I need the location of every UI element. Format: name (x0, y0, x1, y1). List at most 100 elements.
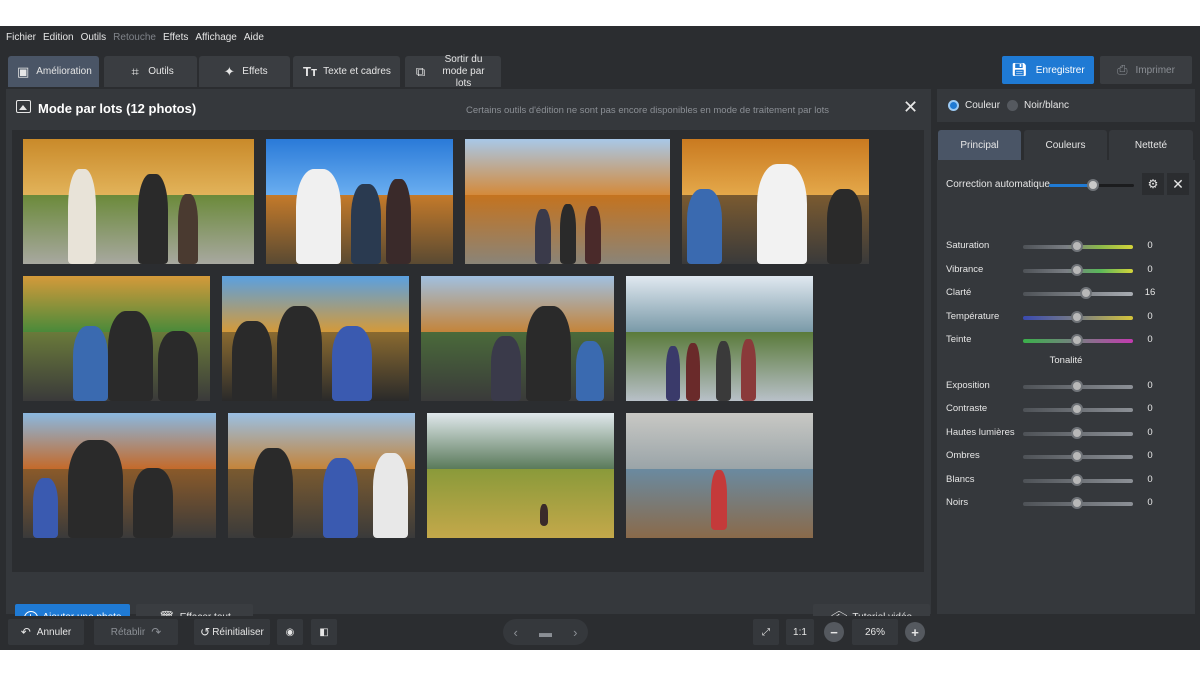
slider-handle[interactable] (1071, 240, 1083, 252)
photo-grid (12, 130, 924, 572)
footer-bar: ↶ Annuler Rétablir ↷ ↺ Réinitialiser ◉ ◧… (0, 616, 1200, 650)
slider-temperature: Température 0 (937, 309, 1195, 329)
photo-thumbnail[interactable] (682, 139, 869, 264)
photo-thumbnail[interactable] (23, 139, 254, 264)
slider-contraste: Contraste 0 (937, 401, 1195, 421)
slider-handle[interactable] (1071, 474, 1083, 486)
fit-to-screen-icon[interactable]: ⤢ (753, 619, 779, 645)
slider-value: 0 (1147, 311, 1153, 322)
tab-texte-et-cadres[interactable]: Tт Texte et cadres (293, 56, 400, 87)
photo-thumbnail[interactable] (465, 139, 670, 264)
batch-title: Mode par lots (12 photos) (38, 101, 197, 116)
photo-thumbnail[interactable] (23, 413, 216, 538)
color-mode-selector: Couleur Noir/blanc (937, 89, 1195, 122)
slider-handle[interactable] (1071, 403, 1083, 415)
slider-value: 0 (1147, 427, 1153, 438)
slider-value: 0 (1147, 240, 1153, 251)
tab-nettete[interactable]: Netteté (1109, 130, 1193, 160)
slider-track[interactable] (1023, 292, 1133, 296)
slider-handle[interactable] (1071, 334, 1083, 346)
photo-thumbnail[interactable] (23, 276, 210, 401)
tab-principal[interactable]: Principal (938, 130, 1021, 160)
batch-mode-panel: Mode par lots (12 photos) Certains outil… (6, 89, 931, 631)
chevron-right-icon[interactable]: › (573, 625, 577, 640)
menu-item-edition[interactable]: Edition (43, 32, 74, 43)
tab-label: Sortir du mode par lots (442, 53, 485, 89)
eye-icon[interactable]: ◉ (277, 619, 303, 645)
slider-ombres: Ombres 0 (937, 448, 1195, 468)
folder-icon[interactable]: ▬ (539, 625, 552, 640)
slider-value: 16 (1144, 287, 1156, 298)
actual-size-button[interactable]: 1:1 (786, 619, 814, 645)
tab-amelioration[interactable]: ▣ Amélioration (8, 56, 99, 87)
photo-editor-window: Fichier Edition Outils Retouche Effets A… (0, 26, 1200, 650)
printer-icon: ⎙ (1117, 62, 1128, 77)
slider-vibrance: Vibrance 0 (937, 262, 1195, 282)
slider-noirs: Noirs 0 (937, 495, 1195, 515)
section-title-tonalite: Tonalité (1049, 355, 1083, 366)
chevron-left-icon[interactable]: ‹ (514, 625, 518, 640)
toolbar: ▣ Amélioration ⌗ Outils ✦ Effets Tт Text… (0, 48, 1200, 89)
gear-icon[interactable]: ⚙ (1142, 173, 1164, 195)
slider-value: 0 (1147, 474, 1153, 485)
radio-couleur-label[interactable]: Couleur (965, 100, 1000, 111)
compare-icon[interactable]: ◧ (311, 619, 337, 645)
menu-item-outils[interactable]: Outils (81, 32, 107, 43)
slider-label: Vibrance (946, 264, 984, 275)
photo-thumbnail[interactable] (222, 276, 409, 401)
radio-noir-blanc[interactable] (1007, 100, 1018, 111)
photo-stack-icon (16, 100, 31, 113)
slider-handle[interactable] (1071, 497, 1083, 509)
zoom-in-icon[interactable]: + (905, 622, 925, 642)
image-enhance-icon: ▣ (17, 63, 30, 79)
adjustments-panel: Couleur Noir/blanc Principal Couleurs Ne… (937, 89, 1195, 614)
tab-outils[interactable]: ⌗ Outils (104, 56, 197, 87)
photo-thumbnail[interactable] (421, 276, 614, 401)
slider-saturation: Saturation 0 (937, 238, 1195, 258)
slider-handle[interactable] (1071, 450, 1083, 462)
print-button[interactable]: ⎙ Imprimer (1100, 56, 1192, 84)
slider-handle[interactable] (1080, 287, 1092, 299)
slider-hautes-lumieres: Hautes lumières 0 (937, 425, 1195, 445)
photo-thumbnail[interactable] (626, 276, 813, 401)
radio-couleur[interactable] (948, 100, 959, 111)
photo-thumbnail[interactable] (626, 413, 813, 538)
slider-value: 0 (1147, 334, 1153, 345)
exit-batch-icon: ⧉ (415, 63, 426, 79)
photo-thumbnail[interactable] (427, 413, 614, 538)
save-button[interactable]: 💾︎ Enregistrer (1002, 56, 1094, 84)
zoom-level[interactable]: 26% (852, 619, 898, 645)
slider-handle[interactable] (1071, 264, 1083, 276)
redo-button[interactable]: Rétablir ↷ (94, 619, 178, 645)
slider-handle[interactable] (1071, 380, 1083, 392)
undo-icon: ↶ (20, 625, 31, 639)
slider-label: Hautes lumières (946, 427, 1015, 438)
slider-handle[interactable] (1071, 311, 1083, 323)
close-icon[interactable]: ✕ (1167, 173, 1189, 195)
reset-button[interactable]: ↺ Réinitialiser (194, 619, 270, 645)
slider-label: Contraste (946, 403, 988, 414)
close-icon[interactable]: ✕ (903, 98, 918, 116)
auto-correction-handle[interactable] (1087, 179, 1099, 191)
menu-item-retouche: Retouche (113, 31, 156, 43)
slider-value: 0 (1147, 450, 1153, 461)
zoom-out-icon[interactable]: − (824, 622, 844, 642)
photo-thumbnail[interactable] (266, 139, 453, 264)
slider-blancs: Blancs 0 (937, 472, 1195, 492)
menu-item-aide[interactable]: Aide (244, 32, 264, 43)
undo-button[interactable]: ↶ Annuler (8, 619, 84, 645)
slider-value: 0 (1147, 380, 1153, 391)
photo-thumbnail[interactable] (228, 413, 415, 538)
save-label: Enregistrer (1035, 64, 1085, 76)
slider-handle[interactable] (1071, 427, 1083, 439)
menu-item-fichier[interactable]: Fichier (6, 32, 36, 43)
radio-noir-blanc-label[interactable]: Noir/blanc (1024, 100, 1069, 111)
slider-label: Saturation (946, 240, 990, 251)
menu-item-affichage[interactable]: Affichage (195, 32, 237, 43)
photo-navigation: ‹ ▬ › (503, 619, 588, 645)
tab-couleurs[interactable]: Couleurs (1024, 130, 1107, 160)
menu-item-effets[interactable]: Effets (163, 32, 188, 43)
exit-batch-mode-button[interactable]: ⧉ Sortir du mode par lots (405, 53, 501, 89)
tab-effets[interactable]: ✦ Effets (199, 56, 290, 87)
tab-label: Amélioration (36, 66, 92, 77)
